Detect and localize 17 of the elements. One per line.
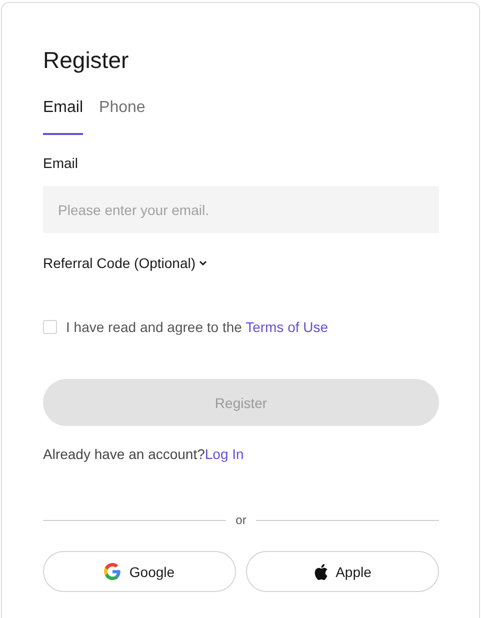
chevron-down-icon [198,260,207,266]
google-button[interactable]: Google [43,551,236,592]
referral-toggle[interactable]: Referral Code (Optional) [43,254,207,272]
agreement-text: I have read and agree to the Terms of Use [66,318,328,336]
google-icon [104,563,122,580]
field-label: Email [43,154,80,172]
checkbox[interactable] [43,320,57,334]
apple-button[interactable]: Apple [246,551,439,592]
login-prompt: Already have an account?Log In [43,445,245,463]
email-field[interactable]: Please enter your email. [43,186,439,233]
login-link[interactable]: Log In [204,446,244,462]
apple-icon [314,564,328,580]
tab[interactable]: Email [43,98,84,135]
page-title: Register [43,46,130,74]
divider-label: or [236,513,246,527]
terms-link[interactable]: Terms of Use [246,319,328,335]
tab[interactable]: Phone [99,98,146,135]
